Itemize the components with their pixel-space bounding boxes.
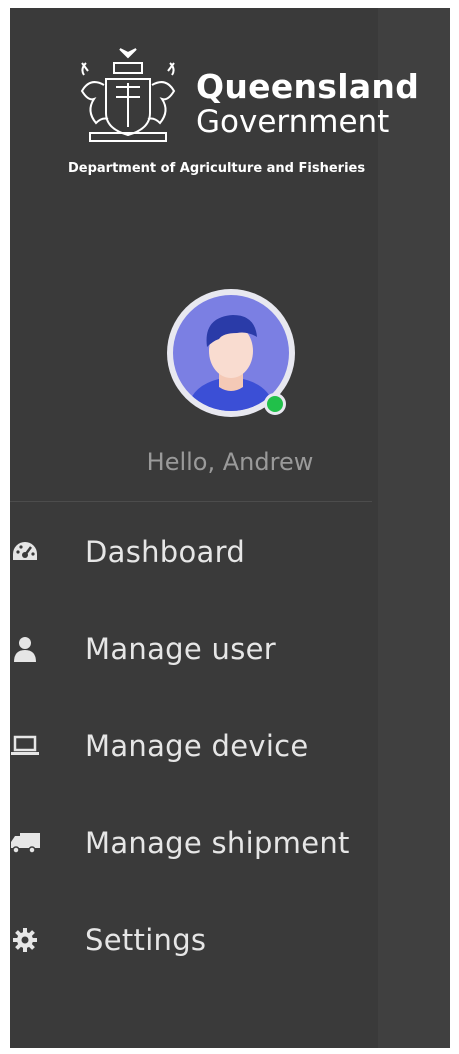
sidebar: Queensland Government Department of Agri… <box>10 8 450 1048</box>
dashboard-icon <box>10 537 40 567</box>
nav-label-manage-shipment: Manage shipment <box>85 826 350 860</box>
divider <box>10 501 372 502</box>
truck-icon <box>10 828 40 858</box>
user-greeting: Hello, Andrew <box>146 448 314 476</box>
nav-label-settings: Settings <box>85 923 207 957</box>
nav-item-settings[interactable]: Settings <box>10 910 450 970</box>
gear-icon <box>10 925 40 955</box>
nav-label-manage-device: Manage device <box>85 729 309 763</box>
user-icon <box>10 634 40 664</box>
nav-item-manage-user[interactable]: Manage user <box>10 619 450 679</box>
nav-label-dashboard: Dashboard <box>85 535 246 569</box>
brand-subtitle: Government <box>196 104 390 140</box>
department-name: Department of Agriculture and Fisheries <box>68 161 366 176</box>
coat-of-arms-icon <box>80 48 176 142</box>
nav-item-dashboard[interactable]: Dashboard <box>10 522 450 582</box>
nav-item-manage-device[interactable]: Manage device <box>10 716 450 776</box>
online-status-dot <box>264 393 286 415</box>
nav-label-manage-user: Manage user <box>85 632 276 666</box>
user-avatar[interactable] <box>167 289 295 417</box>
qld-government-logo[interactable]: Queensland Government Department of Agri… <box>68 45 419 195</box>
brand-title: Queensland <box>196 67 420 106</box>
nav-item-manage-shipment[interactable]: Manage shipment <box>10 813 450 873</box>
laptop-icon <box>10 731 40 761</box>
